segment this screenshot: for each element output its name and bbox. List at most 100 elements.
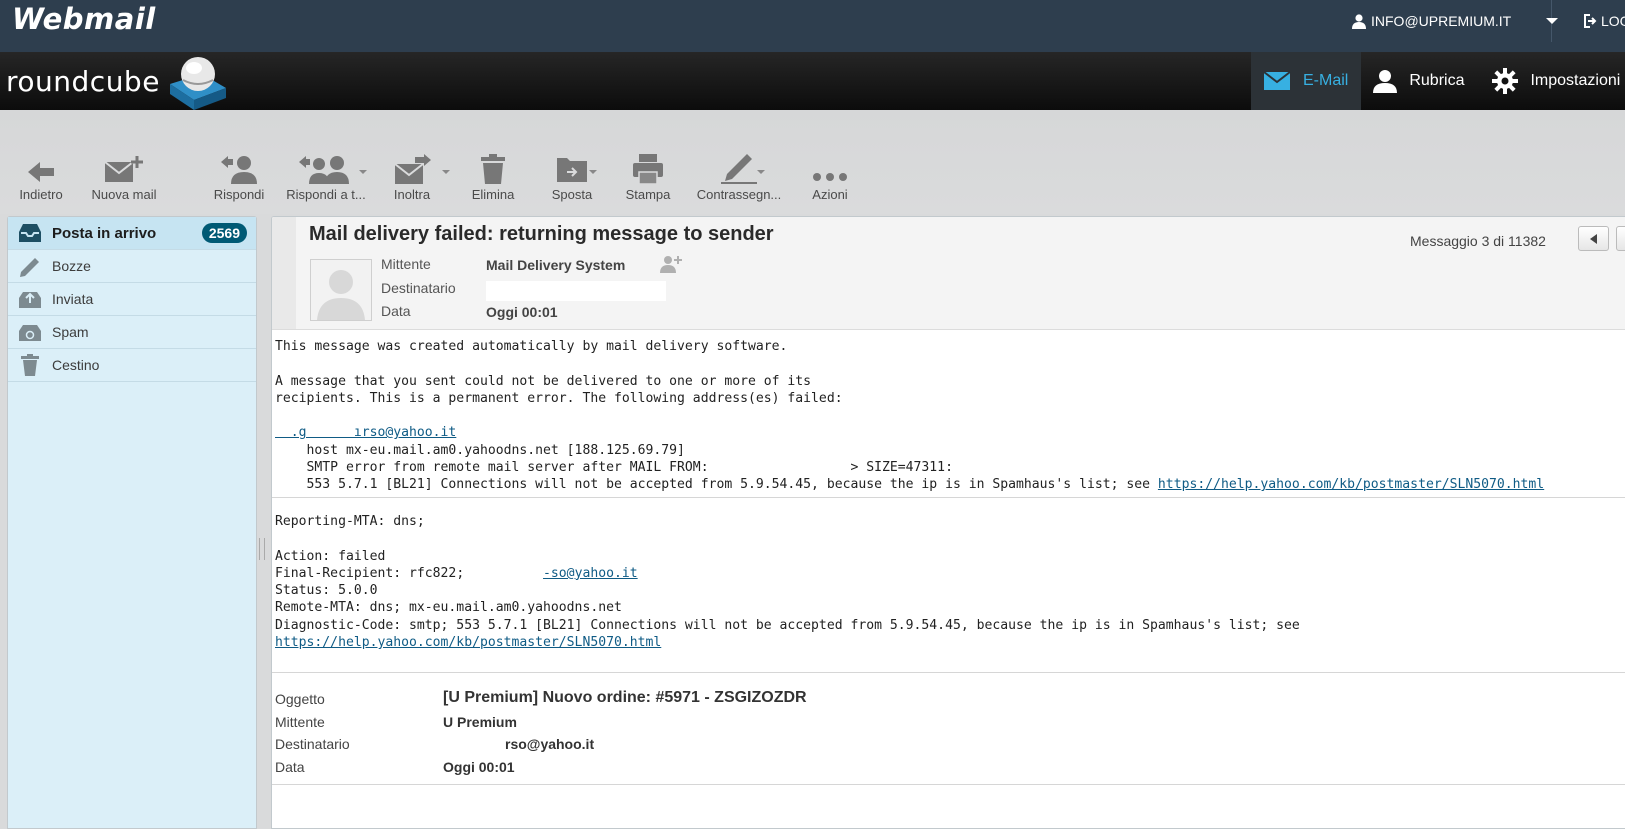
reply-button[interactable]: Rispondi	[209, 150, 269, 208]
attached-subject-value: [U Premium] Nuovo ordine: #5971 - ZSGIZO…	[443, 689, 807, 706]
sender-avatar	[310, 259, 372, 321]
print-button[interactable]: Stampa	[620, 150, 676, 208]
folder-sent[interactable]: Inviata	[8, 283, 256, 316]
body-line: A message that you sent could not be del…	[275, 373, 812, 389]
move-folder-icon	[557, 158, 587, 182]
forward-button[interactable]: Inoltra	[386, 150, 450, 208]
nav-email[interactable]: E-Mail	[1251, 52, 1362, 110]
message-counter: Messaggio 3 di 11382	[1410, 233, 1546, 249]
delete-label: Elimina	[471, 187, 515, 202]
forward-label: Inoltra	[393, 187, 431, 202]
folder-trash[interactable]: Cestino	[8, 349, 256, 382]
move-dropdown-icon[interactable]	[589, 170, 597, 174]
reply-all-button[interactable]: Rispondi a t...	[280, 150, 372, 208]
folder-spam[interactable]: Spam	[8, 316, 256, 349]
body-line: Action: failed	[275, 548, 386, 564]
reply-all-icon	[299, 156, 349, 184]
folder-spam-label: Spam	[52, 324, 89, 340]
inbox-icon	[19, 224, 41, 242]
folder-inbox-label: Posta in arrivo	[52, 224, 157, 242]
body-line: recipients. This is a permanent error. T…	[275, 390, 843, 406]
chevron-down-icon[interactable]	[1546, 18, 1558, 24]
next-message-button[interactable]	[1616, 226, 1625, 251]
logout-icon	[1584, 14, 1597, 28]
attached-date-label: Data	[275, 758, 305, 775]
reply-label: Rispondi	[213, 187, 265, 202]
mark-dropdown-icon[interactable]	[757, 170, 765, 174]
folder-sent-label: Inviata	[52, 291, 94, 307]
divider	[272, 497, 1625, 498]
app-header: roundcube E-Mail Rubrica Impostazioni	[0, 52, 1625, 110]
cube-logo-icon	[169, 57, 226, 110]
more-actions-label: Azioni	[812, 187, 848, 202]
webmail-brand: Webmail	[12, 2, 156, 36]
message-panel: Mail delivery failed: returning message …	[271, 216, 1625, 829]
from-value[interactable]: Mail Delivery System	[486, 257, 625, 273]
header-stripe	[272, 217, 296, 329]
chevron-left-icon	[1590, 234, 1597, 244]
logout-button[interactable]: LOGOUT	[1583, 0, 1625, 42]
spamhaus-help-link[interactable]: https://help.yahoo.com/kb/postmaster/SLN…	[275, 635, 661, 650]
move-button[interactable]: Sposta	[544, 150, 600, 208]
toolbar: Indietro Nuova mail Rispondi Rispondi a …	[0, 110, 1625, 214]
nav-settings[interactable]: Impostazioni	[1480, 52, 1625, 110]
body-line: This message was created automatically b…	[275, 339, 788, 354]
to-label: Destinatario	[381, 280, 456, 296]
panel-splitter-handle[interactable]	[259, 538, 265, 560]
delete-button[interactable]: Elimina	[466, 150, 520, 208]
reply-all-label: Rispondi a t...	[286, 187, 366, 202]
folder-drafts-label: Bozze	[52, 258, 91, 274]
body-line: Final-Recipient: rfc822	[275, 565, 457, 581]
back-label: Indietro	[19, 187, 63, 202]
previous-message-button[interactable]	[1578, 226, 1609, 251]
print-label: Stampa	[625, 187, 671, 202]
folder-inbox[interactable]: Posta in arrivo 2569	[8, 217, 256, 250]
person-icon	[311, 260, 371, 320]
forward-icon	[394, 154, 431, 184]
reply-all-dropdown-icon[interactable]	[359, 170, 367, 174]
attached-to-value[interactable]: rso@yahoo.it	[505, 736, 594, 752]
compose-mail-icon	[104, 156, 143, 182]
more-dots-icon	[813, 173, 847, 181]
trash-icon	[21, 354, 39, 376]
pencil-mark-icon	[721, 154, 757, 184]
body-line: host mx-eu.mail.am0.yahoodns.net [188.12…	[275, 442, 685, 458]
body-line: SMTP error from remote mail server after…	[275, 460, 953, 476]
nav-contacts[interactable]: Rubrica	[1361, 52, 1480, 110]
reply-icon	[221, 156, 257, 184]
message-header: Mail delivery failed: returning message …	[272, 217, 1625, 330]
main-nav: E-Mail Rubrica Impostazioni	[1251, 52, 1625, 110]
attached-from-value[interactable]: U Premium	[443, 714, 517, 730]
message-body: This message was created automatically b…	[275, 338, 1625, 494]
compose-button[interactable]: Nuova mail	[86, 150, 162, 208]
user-menu[interactable]: INFO@UPREMIUM.IT	[1352, 0, 1558, 42]
folder-drafts[interactable]: Bozze	[8, 250, 256, 283]
spamhaus-help-link[interactable]: https://help.yahoo.com/kb/postmaster/SLN…	[1158, 477, 1544, 492]
logout-label: LOGOUT	[1601, 13, 1625, 29]
delivery-report: Reporting-MTA: dns; Action: failed Final…	[275, 513, 1625, 651]
failed-address-link[interactable]: .g ırso@yahoo.it	[275, 425, 457, 440]
back-button[interactable]: Indietro	[12, 150, 70, 208]
final-recipient-link[interactable]: -so@yahoo.it	[543, 566, 638, 581]
gear-icon	[1492, 68, 1519, 94]
message-subject: Mail delivery failed: returning message …	[309, 223, 774, 245]
folder-list: Posta in arrivo 2569 Bozze Inviata Spam …	[7, 216, 257, 829]
mark-button[interactable]: Contrassegn...	[693, 150, 785, 208]
spam-icon	[19, 325, 41, 341]
unread-count-badge: 2569	[201, 223, 247, 243]
nav-contacts-label: Rubrica	[1409, 72, 1465, 89]
sent-icon	[19, 292, 41, 308]
nav-settings-label: Impostazioni	[1530, 72, 1621, 89]
attached-message-headers: Oggetto [U Premium] Nuovo ordine: #5971 -…	[275, 689, 1575, 781]
add-contact-icon[interactable]	[660, 255, 682, 273]
compose-label: Nuova mail	[91, 187, 157, 202]
mark-label: Contrassegn...	[696, 187, 782, 202]
trash-icon	[481, 154, 505, 184]
body-line: Reporting-MTA: dns;	[275, 514, 425, 529]
attached-to-label: Destinatario	[275, 736, 350, 752]
more-actions-button[interactable]: Azioni	[805, 150, 855, 208]
printer-icon	[633, 154, 663, 184]
forward-dropdown-icon[interactable]	[442, 170, 450, 174]
person-icon	[1373, 70, 1398, 93]
roundcube-logo[interactable]: roundcube	[6, 52, 228, 110]
